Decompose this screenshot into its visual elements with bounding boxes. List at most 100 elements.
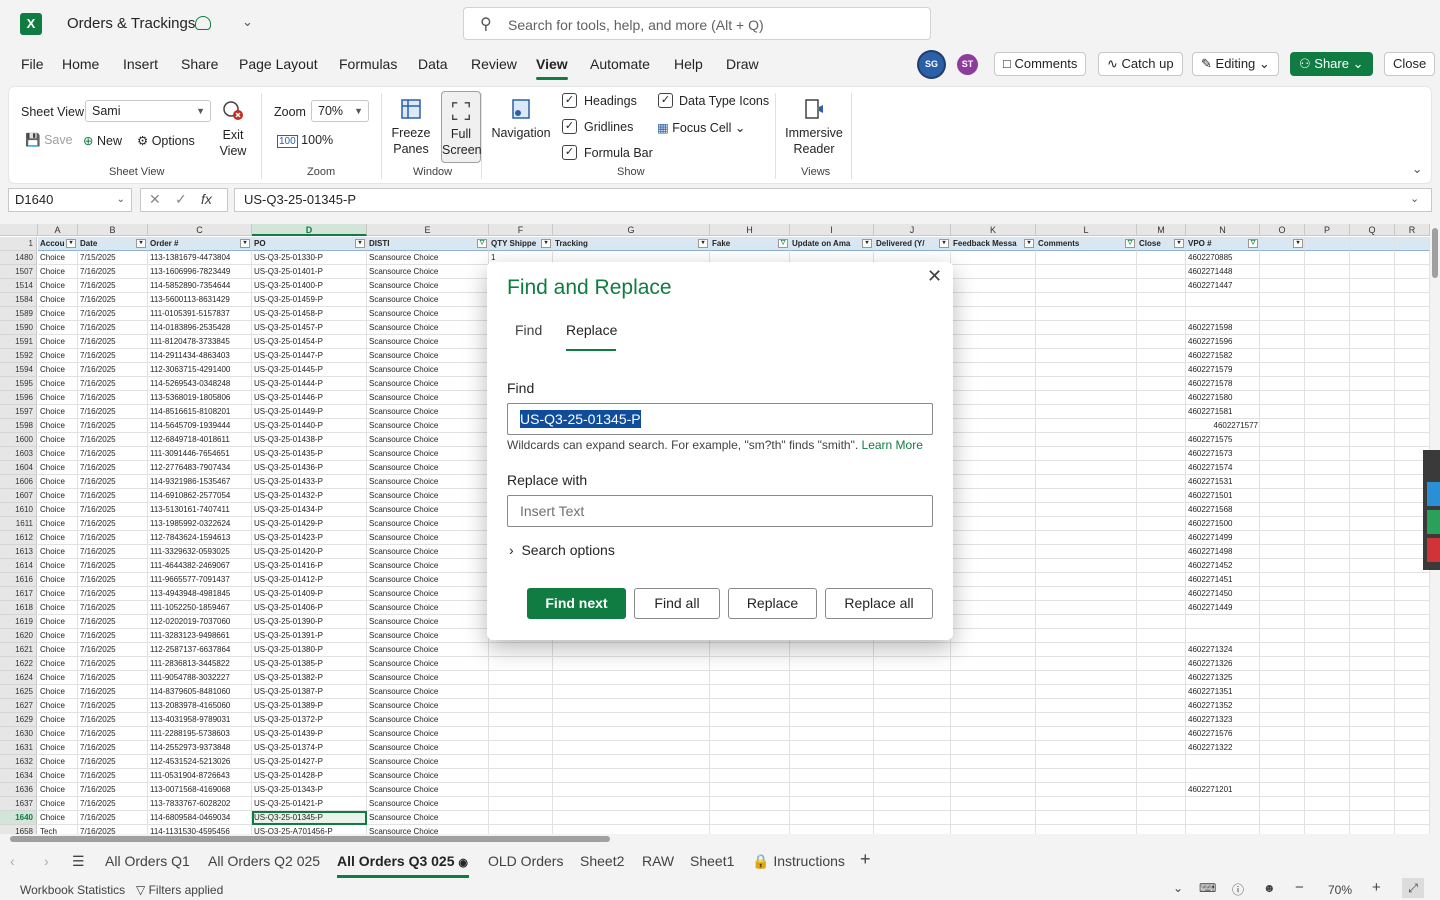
cell[interactable]: Choice: [38, 811, 78, 825]
cell[interactable]: Scansource Choice: [367, 475, 489, 489]
cell[interactable]: 7/16/2025: [78, 475, 148, 489]
column-header[interactable]: K: [951, 224, 1036, 236]
cell[interactable]: US-Q3-25-01330-P: [252, 251, 367, 265]
full-screen-button[interactable]: Full Screen: [441, 91, 482, 163]
cell[interactable]: [710, 783, 790, 797]
cell[interactable]: US-Q3-25-01385-P: [252, 657, 367, 671]
cell[interactable]: 7/16/2025: [78, 489, 148, 503]
cell[interactable]: US-Q3-25-01382-P: [252, 671, 367, 685]
cell[interactable]: [553, 783, 710, 797]
cell[interactable]: Scansource Choice: [367, 797, 489, 811]
cell[interactable]: [1036, 363, 1137, 377]
cell[interactable]: [1305, 755, 1350, 769]
cell[interactable]: [951, 713, 1036, 727]
cell[interactable]: Choice: [38, 447, 78, 461]
cell[interactable]: [553, 727, 710, 741]
cell[interactable]: [1305, 279, 1350, 293]
immersive-reader-button[interactable]: Immersive Reader: [783, 97, 845, 157]
cell[interactable]: [553, 825, 710, 834]
cell[interactable]: US-Q3-25-A701456-P: [252, 825, 367, 834]
cell[interactable]: Choice: [38, 601, 78, 615]
cell[interactable]: [1395, 307, 1430, 321]
cell[interactable]: [1260, 741, 1305, 755]
cell[interactable]: [710, 671, 790, 685]
cell[interactable]: Scansource Choice: [367, 587, 489, 601]
cell[interactable]: [1137, 335, 1186, 349]
cell[interactable]: 4602271573: [1186, 447, 1260, 461]
cell[interactable]: US-Q3-25-01446-P: [252, 391, 367, 405]
cell[interactable]: [1137, 699, 1186, 713]
row-header[interactable]: 1589: [0, 307, 37, 321]
cell[interactable]: [951, 461, 1036, 475]
cell[interactable]: US-Q3-25-01445-P: [252, 363, 367, 377]
cell[interactable]: [1395, 405, 1430, 419]
cell[interactable]: [874, 741, 951, 755]
cloud-saved-icon[interactable]: [195, 16, 211, 30]
cell[interactable]: US-Q3-25-01380-P: [252, 643, 367, 657]
cell[interactable]: [1036, 349, 1137, 363]
cell[interactable]: US-Q3-25-01429-P: [252, 517, 367, 531]
cell[interactable]: [1305, 601, 1350, 615]
row-header[interactable]: 1592: [0, 349, 37, 363]
cell[interactable]: Scansource Choice: [367, 671, 489, 685]
cell[interactable]: [951, 545, 1036, 559]
column-header[interactable]: D: [252, 224, 367, 236]
cell[interactable]: [710, 811, 790, 825]
cell[interactable]: Choice: [38, 377, 78, 391]
cell[interactable]: Scansource Choice: [367, 405, 489, 419]
row-header[interactable]: 1514: [0, 279, 37, 293]
cell[interactable]: 7/16/2025: [78, 727, 148, 741]
data-type-icons-checkbox[interactable]: ✓: [658, 93, 673, 108]
cell[interactable]: Choice: [38, 643, 78, 657]
cell[interactable]: 7/16/2025: [78, 405, 148, 419]
cell[interactable]: [1137, 741, 1186, 755]
column-header[interactable]: C: [148, 224, 252, 236]
cell[interactable]: [1350, 587, 1395, 601]
cell[interactable]: [1350, 391, 1395, 405]
cell[interactable]: [553, 657, 710, 671]
cell[interactable]: [951, 251, 1036, 265]
cell[interactable]: Scansource Choice: [367, 699, 489, 713]
cell[interactable]: [1350, 405, 1395, 419]
cell[interactable]: [1137, 545, 1186, 559]
cell[interactable]: [489, 727, 553, 741]
zoom-dropdown[interactable]: 70% ▼: [311, 100, 369, 122]
cell[interactable]: [1350, 629, 1395, 643]
cell[interactable]: [1350, 461, 1395, 475]
cell[interactable]: 4602271352: [1186, 699, 1260, 713]
cell[interactable]: [874, 685, 951, 699]
cell[interactable]: [489, 797, 553, 811]
cell[interactable]: 111-8120478-3733845: [148, 335, 252, 349]
add-sheet-icon[interactable]: +: [860, 849, 871, 870]
cell[interactable]: Scansource Choice: [367, 601, 489, 615]
tab-find[interactable]: Find: [515, 322, 542, 338]
cell[interactable]: 7/16/2025: [78, 307, 148, 321]
column-header[interactable]: F: [489, 224, 553, 236]
cell[interactable]: 114-2911434-4863403: [148, 349, 252, 363]
row-header[interactable]: 1596: [0, 391, 37, 405]
row-header[interactable]: 1640: [0, 811, 37, 825]
cell[interactable]: Scansource Choice: [367, 377, 489, 391]
column-heading-cell[interactable]: [1395, 237, 1430, 251]
cell[interactable]: [1260, 321, 1305, 335]
row-header[interactable]: 1625: [0, 685, 37, 699]
cell[interactable]: US-Q3-25-01390-P: [252, 615, 367, 629]
cell[interactable]: [489, 713, 553, 727]
cell[interactable]: [1260, 685, 1305, 699]
cell[interactable]: [951, 433, 1036, 447]
cell[interactable]: [1260, 377, 1305, 391]
cell[interactable]: 7/16/2025: [78, 573, 148, 587]
cell[interactable]: [951, 419, 1036, 433]
cell[interactable]: [1260, 335, 1305, 349]
cell[interactable]: 7/16/2025: [78, 321, 148, 335]
cell[interactable]: [1137, 265, 1186, 279]
cell[interactable]: Scansource Choice: [367, 307, 489, 321]
sheet-tab[interactable]: RAW: [642, 853, 674, 869]
cell[interactable]: [1305, 769, 1350, 783]
cell[interactable]: [1260, 559, 1305, 573]
cell[interactable]: 7/16/2025: [78, 503, 148, 517]
cell[interactable]: Choice: [38, 657, 78, 671]
cell[interactable]: [1305, 517, 1350, 531]
cell[interactable]: US-Q3-25-01420-P: [252, 545, 367, 559]
cell[interactable]: 4602271531: [1186, 475, 1260, 489]
